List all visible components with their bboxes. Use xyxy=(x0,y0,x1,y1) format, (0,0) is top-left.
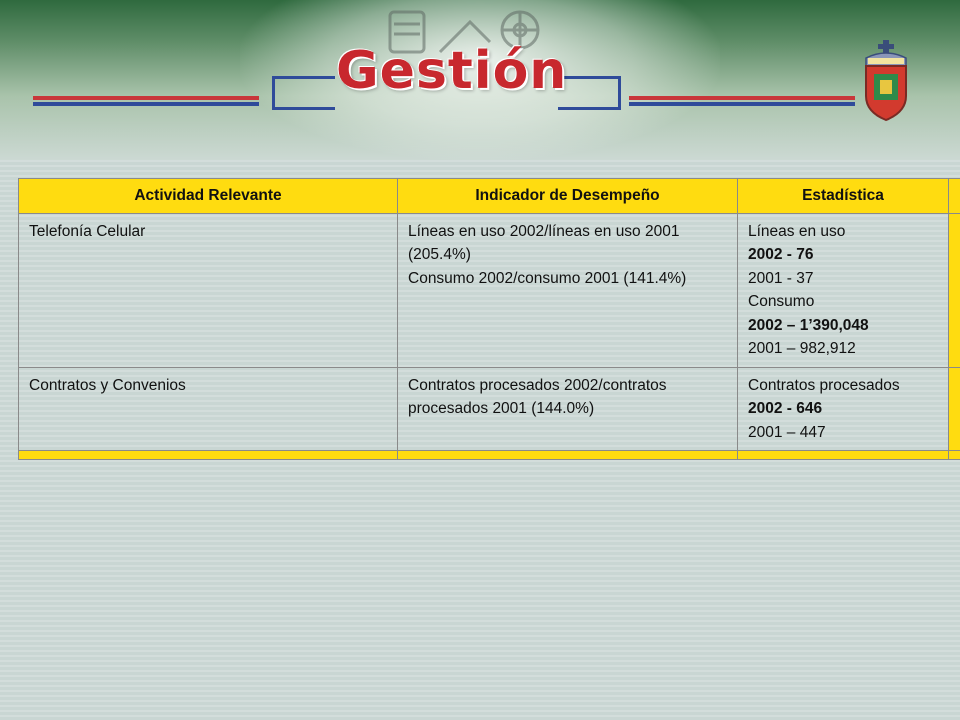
indicador-line: Consumo 2002/consumo 2001 (141.4%) xyxy=(408,269,687,287)
indicador-line: Contratos procesados 2002/contratos proc… xyxy=(408,376,667,418)
footer-cell xyxy=(397,450,738,460)
decorative-stripes-right xyxy=(629,96,855,108)
page-title: Gestión xyxy=(336,41,568,101)
estadistica-line: 2001 - 37 xyxy=(748,269,814,287)
table-row: Contratos y Convenios Contratos procesad… xyxy=(18,366,960,451)
cell-indicador: Líneas en uso 2002/líneas en uso 2001 (2… xyxy=(397,212,738,368)
indicador-line: Líneas en uso 2002/líneas en uso 2001 (2… xyxy=(408,222,680,264)
data-table: Actividad Relevante Indicador de Desempe… xyxy=(18,178,960,460)
table-row: Telefonía Celular Líneas en uso 2002/lín… xyxy=(18,212,960,368)
cell-estadistica: Contratos procesados 2002 - 646 2001 – 4… xyxy=(737,366,949,451)
estadistica-line: 2001 – 982,912 xyxy=(748,340,856,357)
university-crest-icon xyxy=(865,40,907,122)
footer-cell xyxy=(737,450,949,460)
footer-cell xyxy=(18,450,398,460)
estadistica-line: 2002 - 76 xyxy=(748,246,814,263)
estadistica-line: 2001 – 447 xyxy=(748,423,826,441)
cell-extra xyxy=(948,366,960,451)
estadistica-line: Contratos procesados xyxy=(748,376,900,394)
footer-cell xyxy=(948,450,960,460)
estadistica-line: Consumo xyxy=(748,293,815,310)
table-footer-row xyxy=(18,450,960,460)
estadistica-line: 2002 – 1’390,048 xyxy=(748,316,869,334)
column-header-estadistica: Estadística xyxy=(737,178,949,214)
estadistica-line: 2002 - 646 xyxy=(748,400,823,417)
header-banner: Gestión xyxy=(0,0,960,160)
cell-actividad: Contratos y Convenios xyxy=(18,366,398,451)
table-header-row: Actividad Relevante Indicador de Desempe… xyxy=(18,178,960,214)
decorative-stripes-left xyxy=(33,96,259,108)
cell-estadistica: Líneas en uso 2002 - 76 2001 - 37 Consum… xyxy=(737,212,949,368)
bracket-right xyxy=(558,76,621,110)
estadistica-line: Líneas en uso xyxy=(748,222,846,240)
cell-extra xyxy=(948,212,960,368)
column-header-actividad: Actividad Relevante xyxy=(18,178,398,214)
column-header-extra xyxy=(948,178,960,214)
column-header-indicador: Indicador de Desempeño xyxy=(397,178,738,214)
cell-actividad: Telefonía Celular xyxy=(18,212,398,368)
bracket-left xyxy=(272,76,335,110)
cell-indicador: Contratos procesados 2002/contratos proc… xyxy=(397,366,738,451)
